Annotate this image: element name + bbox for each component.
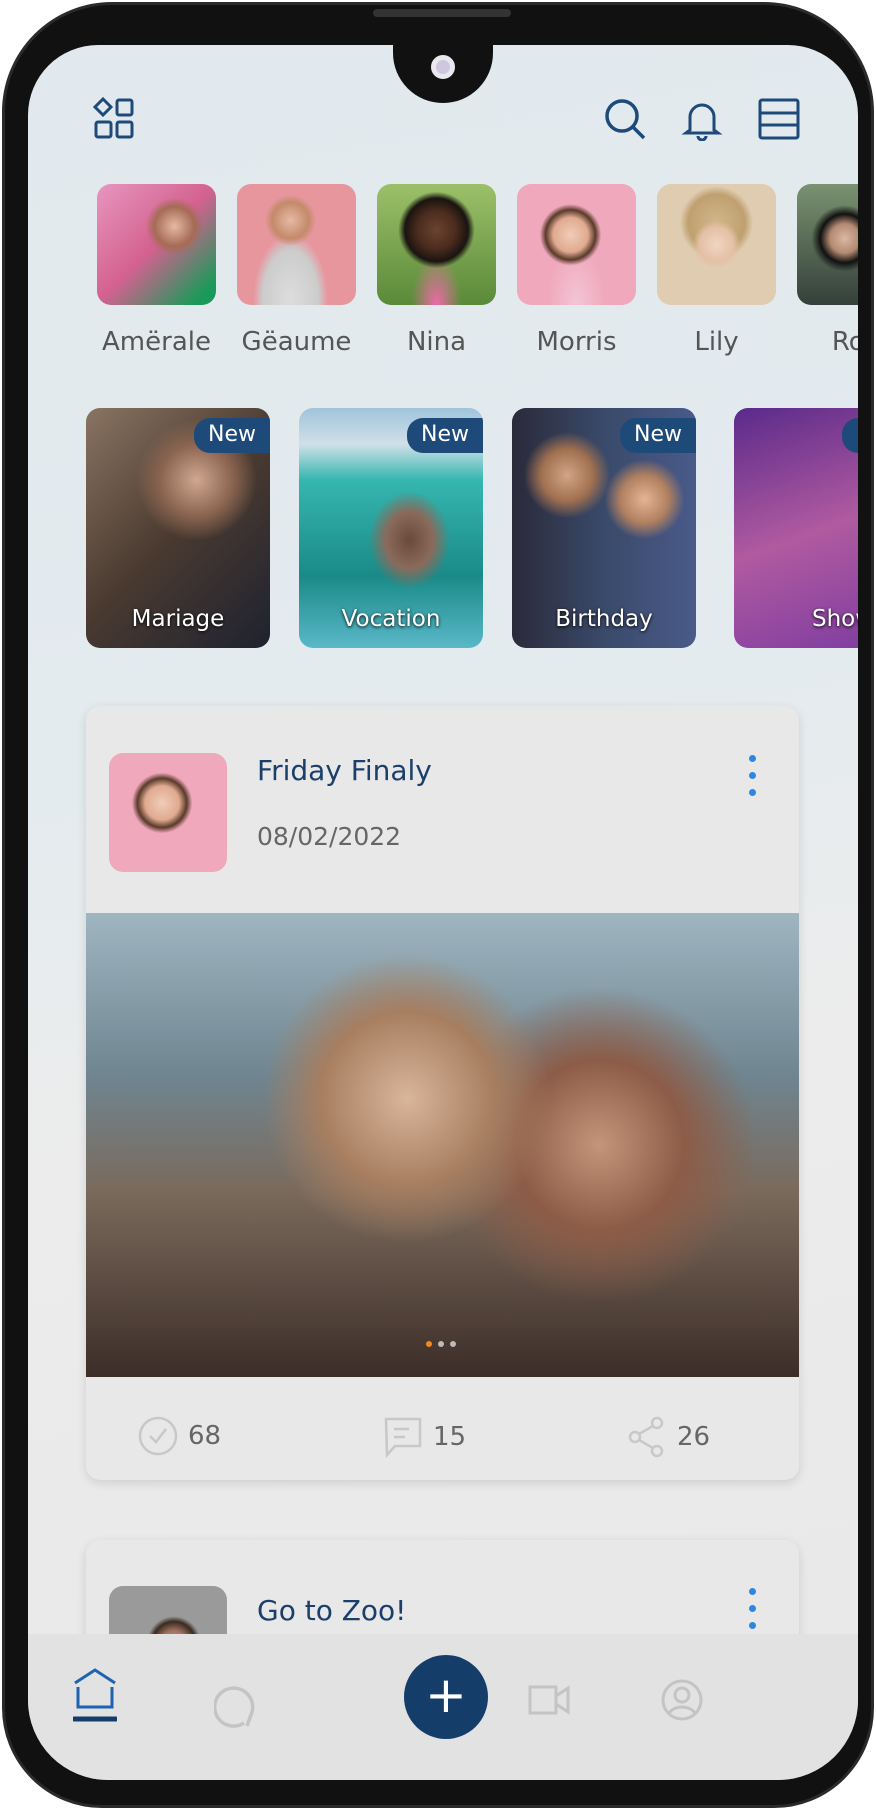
comment-button[interactable]: 15 [383,1416,466,1458]
chat-icon[interactable] [214,1682,258,1730]
share-icon [628,1416,664,1458]
story-name: Ron [831,327,858,357]
share-count: 26 [677,1422,711,1452]
share-button[interactable]: 26 [627,1416,710,1458]
story-item[interactable]: Ron [797,184,858,357]
more-options-icon[interactable] [749,1588,757,1639]
category-card[interactable]: New Birthday [512,408,696,648]
post-title[interactable]: Go to Zoo! [257,1594,406,1627]
post-title[interactable]: Friday Finaly [257,754,432,787]
story-item[interactable]: Nina [377,184,496,357]
story-avatar [237,184,356,305]
add-post-button[interactable]: + [404,1655,488,1739]
profile-icon[interactable] [660,1678,704,1722]
comment-count: 15 [433,1422,467,1452]
phone-frame: Amërale Gëaume Nina Morris Lily Ron New M… [2,2,874,1808]
story-name: Gëaume [241,327,352,357]
story-item[interactable]: Gëaume [237,184,356,357]
story-item[interactable]: Amërale [97,184,216,357]
more-options-icon[interactable] [749,755,757,806]
notch [393,45,493,103]
carousel-indicator[interactable] [426,1332,462,1351]
story-item[interactable]: Lily [657,184,776,357]
search-icon[interactable] [603,97,647,141]
story-avatar [657,184,776,305]
camera [431,55,455,79]
like-count: 68 [188,1421,222,1451]
app-screen: Amërale Gëaume Nina Morris Lily Ron New M… [28,45,858,1780]
story-item[interactable]: Morris [517,184,636,357]
category-label: Mariage [131,606,225,632]
category-card[interactable]: New Mariage [86,408,270,648]
bell-icon[interactable] [680,97,724,141]
story-name: Amërale [102,327,211,357]
post-avatar[interactable] [109,753,227,872]
like-button[interactable]: 68 [138,1416,221,1456]
speaker [373,9,511,17]
new-badge: New [407,418,483,453]
post-photo[interactable] [86,913,799,1377]
check-circle-icon [138,1416,178,1456]
list-icon[interactable] [757,97,801,141]
story-avatar [797,184,858,305]
comment-icon [384,1417,422,1458]
new-badge: New [620,418,696,453]
story-avatar [97,184,216,305]
story-avatar [377,184,496,305]
home-icon[interactable] [73,1667,117,1723]
story-name: Morris [536,327,617,357]
new-badge: New [194,418,270,453]
story-name: Nina [406,327,467,357]
story-avatar [517,184,636,305]
post-card: Friday Finaly 08/02/2022 68 15 26 [86,706,799,1480]
category-label: Birthday [555,606,653,632]
video-icon[interactable] [528,1682,572,1718]
story-name: Lily [694,327,739,357]
post-date: 08/02/2022 [257,822,402,851]
category-card[interactable]: New Show [734,408,858,648]
category-label: Show [812,606,858,632]
category-card[interactable]: New Vocation [299,408,483,648]
grid-menu-icon[interactable] [93,97,137,141]
new-badge: New [842,418,858,453]
category-label: Vocation [341,606,441,632]
